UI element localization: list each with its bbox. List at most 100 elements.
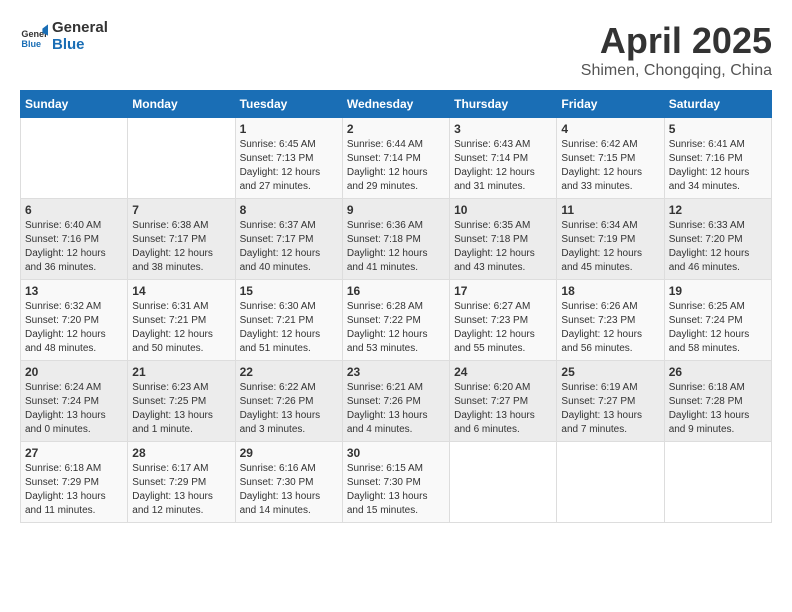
day-details: Sunrise: 6:33 AM Sunset: 7:20 PM Dayligh… bbox=[669, 219, 767, 275]
calendar-cell: 1 Sunrise: 6:45 AM Sunset: 7:13 PM Daylig… bbox=[235, 118, 342, 199]
calendar-cell: 19 Sunrise: 6:25 AM Sunset: 7:24 PM Dayli… bbox=[664, 280, 771, 361]
day-number: 3 bbox=[454, 122, 552, 136]
calendar-cell: 29 Sunrise: 6:16 AM Sunset: 7:30 PM Dayli… bbox=[235, 442, 342, 523]
calendar-cell: 18 Sunrise: 6:26 AM Sunset: 7:23 PM Dayli… bbox=[557, 280, 664, 361]
calendar-cell: 30 Sunrise: 6:15 AM Sunset: 7:30 PM Dayli… bbox=[342, 442, 449, 523]
day-number: 22 bbox=[240, 365, 338, 379]
day-details: Sunrise: 6:21 AM Sunset: 7:26 PM Dayligh… bbox=[347, 381, 445, 437]
day-details: Sunrise: 6:40 AM Sunset: 7:16 PM Dayligh… bbox=[25, 219, 123, 275]
day-details: Sunrise: 6:15 AM Sunset: 7:30 PM Dayligh… bbox=[347, 462, 445, 518]
calendar-cell: 9Sunrise: 6:36 AM Sunset: 7:18 PM Daylig… bbox=[342, 199, 449, 280]
calendar-week-row: 20 Sunrise: 6:24 AM Sunset: 7:24 PM Dayli… bbox=[21, 361, 772, 442]
day-details: Sunrise: 6:18 AM Sunset: 7:28 PM Dayligh… bbox=[669, 381, 767, 437]
day-number: 13 bbox=[25, 284, 123, 298]
calendar-cell: 20 Sunrise: 6:24 AM Sunset: 7:24 PM Dayli… bbox=[21, 361, 128, 442]
day-details: Sunrise: 6:32 AM Sunset: 7:20 PM Dayligh… bbox=[25, 300, 123, 356]
day-details: Sunrise: 6:23 AM Sunset: 7:25 PM Dayligh… bbox=[132, 381, 230, 437]
calendar-cell bbox=[450, 442, 557, 523]
calendar-cell: 3 Sunrise: 6:43 AM Sunset: 7:14 PM Daylig… bbox=[450, 118, 557, 199]
day-details: Sunrise: 6:42 AM Sunset: 7:15 PM Dayligh… bbox=[561, 138, 659, 194]
day-details: Sunrise: 6:27 AM Sunset: 7:23 PM Dayligh… bbox=[454, 300, 552, 356]
header-row: SundayMondayTuesdayWednesdayThursdayFrid… bbox=[21, 91, 772, 118]
day-number: 7 bbox=[132, 203, 230, 217]
logo-general: General bbox=[52, 19, 108, 36]
day-number: 1 bbox=[240, 122, 338, 136]
calendar-cell: 13 Sunrise: 6:32 AM Sunset: 7:20 PM Dayli… bbox=[21, 280, 128, 361]
day-number: 6 bbox=[25, 203, 123, 217]
calendar-cell: 15 Sunrise: 6:30 AM Sunset: 7:21 PM Dayli… bbox=[235, 280, 342, 361]
day-number: 26 bbox=[669, 365, 767, 379]
day-details: Sunrise: 6:24 AM Sunset: 7:24 PM Dayligh… bbox=[25, 381, 123, 437]
calendar-week-row: 6 Sunrise: 6:40 AM Sunset: 7:16 PM Daylig… bbox=[21, 199, 772, 280]
day-details: Sunrise: 6:35 AM Sunset: 7:18 PM Dayligh… bbox=[454, 219, 552, 275]
calendar-cell: 16 Sunrise: 6:28 AM Sunset: 7:22 PM Dayli… bbox=[342, 280, 449, 361]
day-number: 10 bbox=[454, 203, 552, 217]
day-details: Sunrise: 6:20 AM Sunset: 7:27 PM Dayligh… bbox=[454, 381, 552, 437]
day-number: 15 bbox=[240, 284, 338, 298]
day-details: Sunrise: 6:38 AM Sunset: 7:17 PM Dayligh… bbox=[132, 219, 230, 275]
calendar-week-row: 13 Sunrise: 6:32 AM Sunset: 7:20 PM Dayli… bbox=[21, 280, 772, 361]
day-number: 24 bbox=[454, 365, 552, 379]
day-details: Sunrise: 6:36 AM Sunset: 7:18 PM Dayligh… bbox=[347, 219, 445, 275]
calendar-cell: 28 Sunrise: 6:17 AM Sunset: 7:29 PM Dayli… bbox=[128, 442, 235, 523]
day-number: 14 bbox=[132, 284, 230, 298]
day-details: Sunrise: 6:17 AM Sunset: 7:29 PM Dayligh… bbox=[132, 462, 230, 518]
day-number: 12 bbox=[669, 203, 767, 217]
calendar-cell: 4 Sunrise: 6:42 AM Sunset: 7:15 PM Daylig… bbox=[557, 118, 664, 199]
header-day: Saturday bbox=[664, 91, 771, 118]
calendar-cell: 14 Sunrise: 6:31 AM Sunset: 7:21 PM Dayli… bbox=[128, 280, 235, 361]
calendar-cell: 22 Sunrise: 6:22 AM Sunset: 7:26 PM Dayli… bbox=[235, 361, 342, 442]
calendar-cell: 12 Sunrise: 6:33 AM Sunset: 7:20 PM Dayli… bbox=[664, 199, 771, 280]
day-details: Sunrise: 6:41 AM Sunset: 7:16 PM Dayligh… bbox=[669, 138, 767, 194]
day-number: 27 bbox=[25, 446, 123, 460]
calendar-table: SundayMondayTuesdayWednesdayThursdayFrid… bbox=[20, 90, 772, 523]
day-number: 21 bbox=[132, 365, 230, 379]
day-details: Sunrise: 6:31 AM Sunset: 7:21 PM Dayligh… bbox=[132, 300, 230, 356]
calendar-cell: 21 Sunrise: 6:23 AM Sunset: 7:25 PM Dayli… bbox=[128, 361, 235, 442]
day-details: Sunrise: 6:30 AM Sunset: 7:21 PM Dayligh… bbox=[240, 300, 338, 356]
day-number: 30 bbox=[347, 446, 445, 460]
title-block: April 2025 Shimen, Chongqing, China bbox=[581, 20, 772, 80]
calendar-cell: 26 Sunrise: 6:18 AM Sunset: 7:28 PM Dayli… bbox=[664, 361, 771, 442]
calendar-cell: 10 Sunrise: 6:35 AM Sunset: 7:18 PM Dayli… bbox=[450, 199, 557, 280]
day-number: 17 bbox=[454, 284, 552, 298]
day-details: Sunrise: 6:43 AM Sunset: 7:14 PM Dayligh… bbox=[454, 138, 552, 194]
calendar-cell: 8 Sunrise: 6:37 AM Sunset: 7:17 PM Daylig… bbox=[235, 199, 342, 280]
day-number: 25 bbox=[561, 365, 659, 379]
day-details: Sunrise: 6:45 AM Sunset: 7:13 PM Dayligh… bbox=[240, 138, 338, 194]
day-number: 28 bbox=[132, 446, 230, 460]
month-title: April 2025 bbox=[581, 20, 772, 62]
calendar-cell bbox=[21, 118, 128, 199]
calendar-week-row: 27Sunrise: 6:18 AM Sunset: 7:29 PM Dayli… bbox=[21, 442, 772, 523]
day-details: Sunrise: 6:16 AM Sunset: 7:30 PM Dayligh… bbox=[240, 462, 338, 518]
day-number: 19 bbox=[669, 284, 767, 298]
day-details: Sunrise: 6:19 AM Sunset: 7:27 PM Dayligh… bbox=[561, 381, 659, 437]
calendar-cell: 25 Sunrise: 6:19 AM Sunset: 7:27 PM Dayli… bbox=[557, 361, 664, 442]
header-day: Friday bbox=[557, 91, 664, 118]
calendar-cell bbox=[128, 118, 235, 199]
day-number: 8 bbox=[240, 203, 338, 217]
logo: General Blue General Blue bbox=[20, 20, 108, 53]
day-details: Sunrise: 6:44 AM Sunset: 7:14 PM Dayligh… bbox=[347, 138, 445, 194]
calendar-cell: 2Sunrise: 6:44 AM Sunset: 7:14 PM Daylig… bbox=[342, 118, 449, 199]
day-details: Sunrise: 6:22 AM Sunset: 7:26 PM Dayligh… bbox=[240, 381, 338, 437]
calendar-cell: 27Sunrise: 6:18 AM Sunset: 7:29 PM Dayli… bbox=[21, 442, 128, 523]
calendar-cell: 5Sunrise: 6:41 AM Sunset: 7:16 PM Daylig… bbox=[664, 118, 771, 199]
day-number: 16 bbox=[347, 284, 445, 298]
day-number: 11 bbox=[561, 203, 659, 217]
day-details: Sunrise: 6:37 AM Sunset: 7:17 PM Dayligh… bbox=[240, 219, 338, 275]
header-day: Tuesday bbox=[235, 91, 342, 118]
calendar-cell bbox=[664, 442, 771, 523]
day-details: Sunrise: 6:28 AM Sunset: 7:22 PM Dayligh… bbox=[347, 300, 445, 356]
calendar-cell: 11Sunrise: 6:34 AM Sunset: 7:19 PM Dayli… bbox=[557, 199, 664, 280]
calendar-cell bbox=[557, 442, 664, 523]
day-number: 4 bbox=[561, 122, 659, 136]
day-number: 29 bbox=[240, 446, 338, 460]
svg-text:Blue: Blue bbox=[21, 38, 41, 48]
day-number: 20 bbox=[25, 365, 123, 379]
logo-blue: Blue bbox=[52, 37, 108, 54]
day-details: Sunrise: 6:26 AM Sunset: 7:23 PM Dayligh… bbox=[561, 300, 659, 356]
day-number: 18 bbox=[561, 284, 659, 298]
page-header: General Blue General Blue April 2025 Shi… bbox=[20, 20, 772, 80]
day-details: Sunrise: 6:25 AM Sunset: 7:24 PM Dayligh… bbox=[669, 300, 767, 356]
